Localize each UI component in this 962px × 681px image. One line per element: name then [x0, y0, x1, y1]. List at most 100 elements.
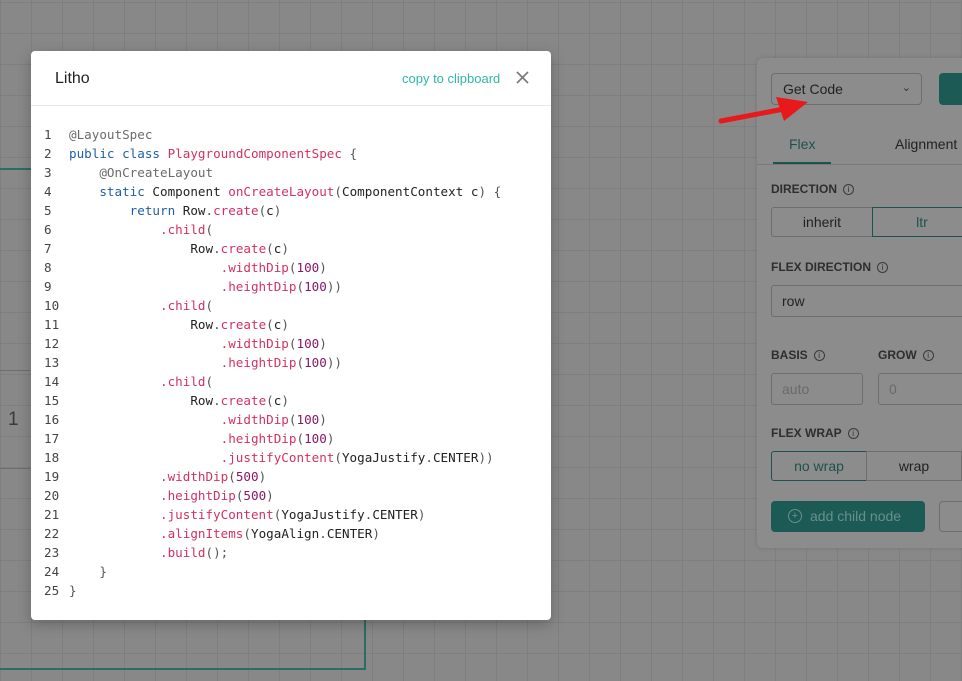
code-line: 19 .widthDip(500) [31, 467, 551, 486]
code-token: )) [326, 355, 342, 370]
code-token: .widthDip [69, 336, 289, 351]
code-text: public class PlaygroundComponentSpec { [69, 144, 357, 163]
secondary-action-button[interactable] [939, 501, 962, 532]
add-child-node-button[interactable]: + add child node [771, 501, 925, 532]
copy-to-clipboard-link[interactable]: copy to clipboard [402, 71, 500, 86]
line-number: 1 [44, 127, 52, 142]
code-text: @OnCreateLayout [69, 163, 213, 182]
flex-direction-select[interactable]: row [771, 285, 962, 317]
code-text: .child( [69, 296, 213, 315]
code-token: .alignItems [69, 526, 244, 541]
code-token: 100 [304, 355, 327, 370]
direction-option-inherit[interactable]: inherit [771, 207, 873, 237]
code-token: 500 [243, 488, 267, 503]
primary-action-button[interactable] [939, 73, 962, 105]
code-token: create [220, 393, 267, 408]
tab-flex[interactable]: Flex [789, 136, 815, 152]
code-line: 25} [31, 581, 551, 600]
code-token: CENTER [372, 507, 418, 522]
code-token: (); [205, 545, 229, 560]
line-number: 17 [44, 431, 60, 446]
code-token: } [69, 583, 77, 598]
code-text: .widthDip(100) [69, 410, 327, 429]
code-token: ( [296, 431, 305, 446]
code-modal: Litho copy to clipboard 1 @LayoutSpec 2 pub… [31, 51, 551, 620]
code-token: ( [334, 450, 342, 465]
code-line: 24 } [31, 562, 551, 581]
code-text: .child( [69, 220, 213, 239]
code-token: .widthDip [69, 469, 229, 484]
line-number: 9 [44, 279, 52, 294]
basis-input[interactable]: auto [771, 373, 863, 405]
line-number: 25 [44, 583, 60, 598]
code-token: ( [266, 393, 274, 408]
code-token: Row [182, 203, 206, 218]
code-token: . [319, 526, 327, 541]
code-token: Row [69, 317, 214, 332]
flex-direction-label-text: FLEX DIRECTION [771, 260, 872, 274]
code-text: .justifyContent(YogaJustify.CENTER) [69, 505, 425, 524]
code-line: 3 @OnCreateLayout [31, 163, 551, 182]
code-token: create [220, 317, 267, 332]
code-token: create [220, 241, 267, 256]
code-line: 12 .widthDip(100) [31, 334, 551, 353]
code-token: ) [266, 488, 274, 503]
code-line: 23 .build(); [31, 543, 551, 562]
code-line: 4 static Component onCreateLayout(Compon… [31, 182, 551, 201]
code-token: .widthDip [69, 260, 289, 275]
line-number: 13 [44, 355, 60, 370]
code-token: . [205, 203, 214, 218]
flex-wrap-option-nowrap[interactable]: no wrap [771, 451, 867, 481]
modal-header: Litho copy to clipboard [31, 51, 551, 106]
grow-input[interactable]: 0 [878, 373, 962, 405]
code-token: { [341, 146, 358, 161]
code-token: )) [478, 450, 494, 465]
code-token: . [425, 450, 433, 465]
direction-option-ltr[interactable]: ltr [872, 207, 962, 237]
code-line: 18 .justifyContent(YogaJustify.CENTER)) [31, 448, 551, 467]
info-icon: i [877, 262, 889, 274]
direction-label: DIRECTION i [771, 182, 854, 196]
code-token: ) [281, 393, 289, 408]
basis-label-text: BASIS [771, 348, 808, 362]
canvas-node-label: 1 [8, 409, 19, 430]
code-token: ) [326, 431, 335, 446]
code-token: ) { [478, 184, 502, 199]
code-token: 100 [304, 279, 327, 294]
code-token: ( [266, 241, 274, 256]
code-block[interactable]: 1 @LayoutSpec 2 public class PlaygroundComp… [31, 125, 551, 600]
code-token: .heightDip [69, 431, 297, 446]
basis-label: BASIS i [771, 348, 825, 362]
code-token: @OnCreateLayout [69, 165, 214, 180]
code-text: .widthDip(100) [69, 258, 327, 277]
code-token: .child [69, 222, 206, 237]
code-text: .child( [69, 372, 213, 391]
line-number: 21 [44, 507, 60, 522]
code-token: public [69, 146, 123, 161]
code-text: @LayoutSpec [69, 125, 152, 144]
info-icon: i [847, 428, 859, 440]
code-line: 11 Row.create(c) [31, 315, 551, 334]
code-token: ( [205, 298, 214, 313]
code-token: ( [228, 469, 236, 484]
code-text: .heightDip(500) [69, 486, 274, 505]
flex-wrap-label-text: FLEX WRAP [771, 426, 842, 440]
code-line: 21 .justifyContent(YogaJustify.CENTER) [31, 505, 551, 524]
line-number: 2 [44, 146, 52, 161]
flex-wrap-option-wrap[interactable]: wrap [866, 451, 962, 481]
code-line: 2 public class PlaygroundComponentSpec { [31, 144, 551, 163]
close-icon[interactable] [515, 68, 531, 86]
tab-alignment[interactable]: Alignment [895, 136, 957, 152]
grow-label-text: GROW [878, 348, 917, 362]
code-token: .child [69, 298, 206, 313]
code-token: ( [334, 184, 342, 199]
line-number: 14 [44, 374, 60, 389]
grow-label: GROW i [878, 348, 934, 362]
code-line: 8 .widthDip(100) [31, 258, 551, 277]
code-token: 100 [296, 412, 320, 427]
line-number: 16 [44, 412, 60, 427]
code-line: 16 .widthDip(100) [31, 410, 551, 429]
code-text: .build(); [69, 543, 228, 562]
code-token: ) [417, 507, 426, 522]
line-number: 15 [44, 393, 60, 408]
